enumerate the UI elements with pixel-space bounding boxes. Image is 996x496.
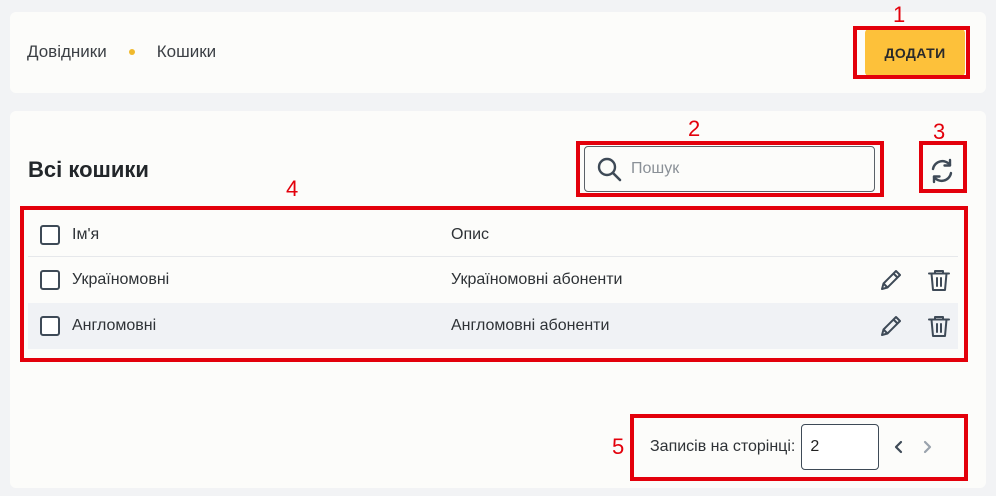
row-actions	[878, 313, 952, 339]
row-checkbox[interactable]	[40, 316, 60, 336]
pencil-icon[interactable]	[878, 267, 904, 293]
add-button[interactable]: ДОДАТИ	[865, 29, 965, 76]
annotation-number-4: 4	[286, 176, 299, 201]
trash-icon[interactable]	[926, 313, 952, 339]
column-header-description[interactable]: Опис	[451, 226, 958, 244]
refresh-button[interactable]	[926, 155, 958, 187]
row-name: Англомовні	[72, 317, 157, 334]
breadcrumb-separator	[128, 49, 135, 55]
search-field[interactable]	[584, 146, 875, 192]
pagination: Записів на сторінці: 2	[650, 424, 935, 470]
baskets-table: Ім'я Опис Україномовні Україномовні абон…	[28, 213, 958, 349]
table-header-row: Ім'я Опис	[28, 213, 958, 257]
refresh-icon	[931, 158, 953, 184]
pencil-icon[interactable]	[878, 313, 904, 339]
annotation-number-1: 1	[893, 2, 906, 27]
chevron-right-icon[interactable]	[919, 439, 935, 455]
annotation-number-3: 3	[933, 119, 946, 144]
trash-icon[interactable]	[926, 267, 952, 293]
breadcrumb-item-directories[interactable]: Довідники	[27, 42, 107, 62]
row-description: Англомовні абоненти	[451, 317, 610, 334]
per-page-label: Записів на сторінці:	[650, 438, 796, 455]
main-card: Всі кошики Ім'я Опис Україномовні Україн…	[10, 111, 986, 488]
select-all-checkbox[interactable]	[40, 224, 60, 245]
breadcrumb: Довідники Кошики	[27, 42, 216, 62]
page-title: Всі кошики	[28, 157, 149, 182]
header-card: Довідники Кошики ДОДАТИ	[10, 12, 986, 93]
table-row: Англомовні Англомовні абоненти	[28, 303, 958, 349]
row-checkbox[interactable]	[40, 270, 60, 290]
annotation-number-2: 2	[688, 116, 701, 141]
annotation-number-5: 5	[612, 434, 625, 459]
search-input[interactable]	[631, 160, 831, 178]
row-name: Україномовні	[72, 271, 170, 288]
row-description: Україномовні абоненти	[451, 271, 623, 288]
search-icon	[597, 157, 622, 182]
row-actions	[878, 267, 952, 293]
table-row: Україномовні Україномовні абоненти	[28, 257, 958, 303]
column-header-name[interactable]: Ім'я	[72, 226, 451, 244]
breadcrumb-item-baskets: Кошики	[156, 42, 217, 61]
per-page-input[interactable]: 2	[801, 424, 880, 470]
chevron-left-icon[interactable]	[891, 439, 907, 455]
